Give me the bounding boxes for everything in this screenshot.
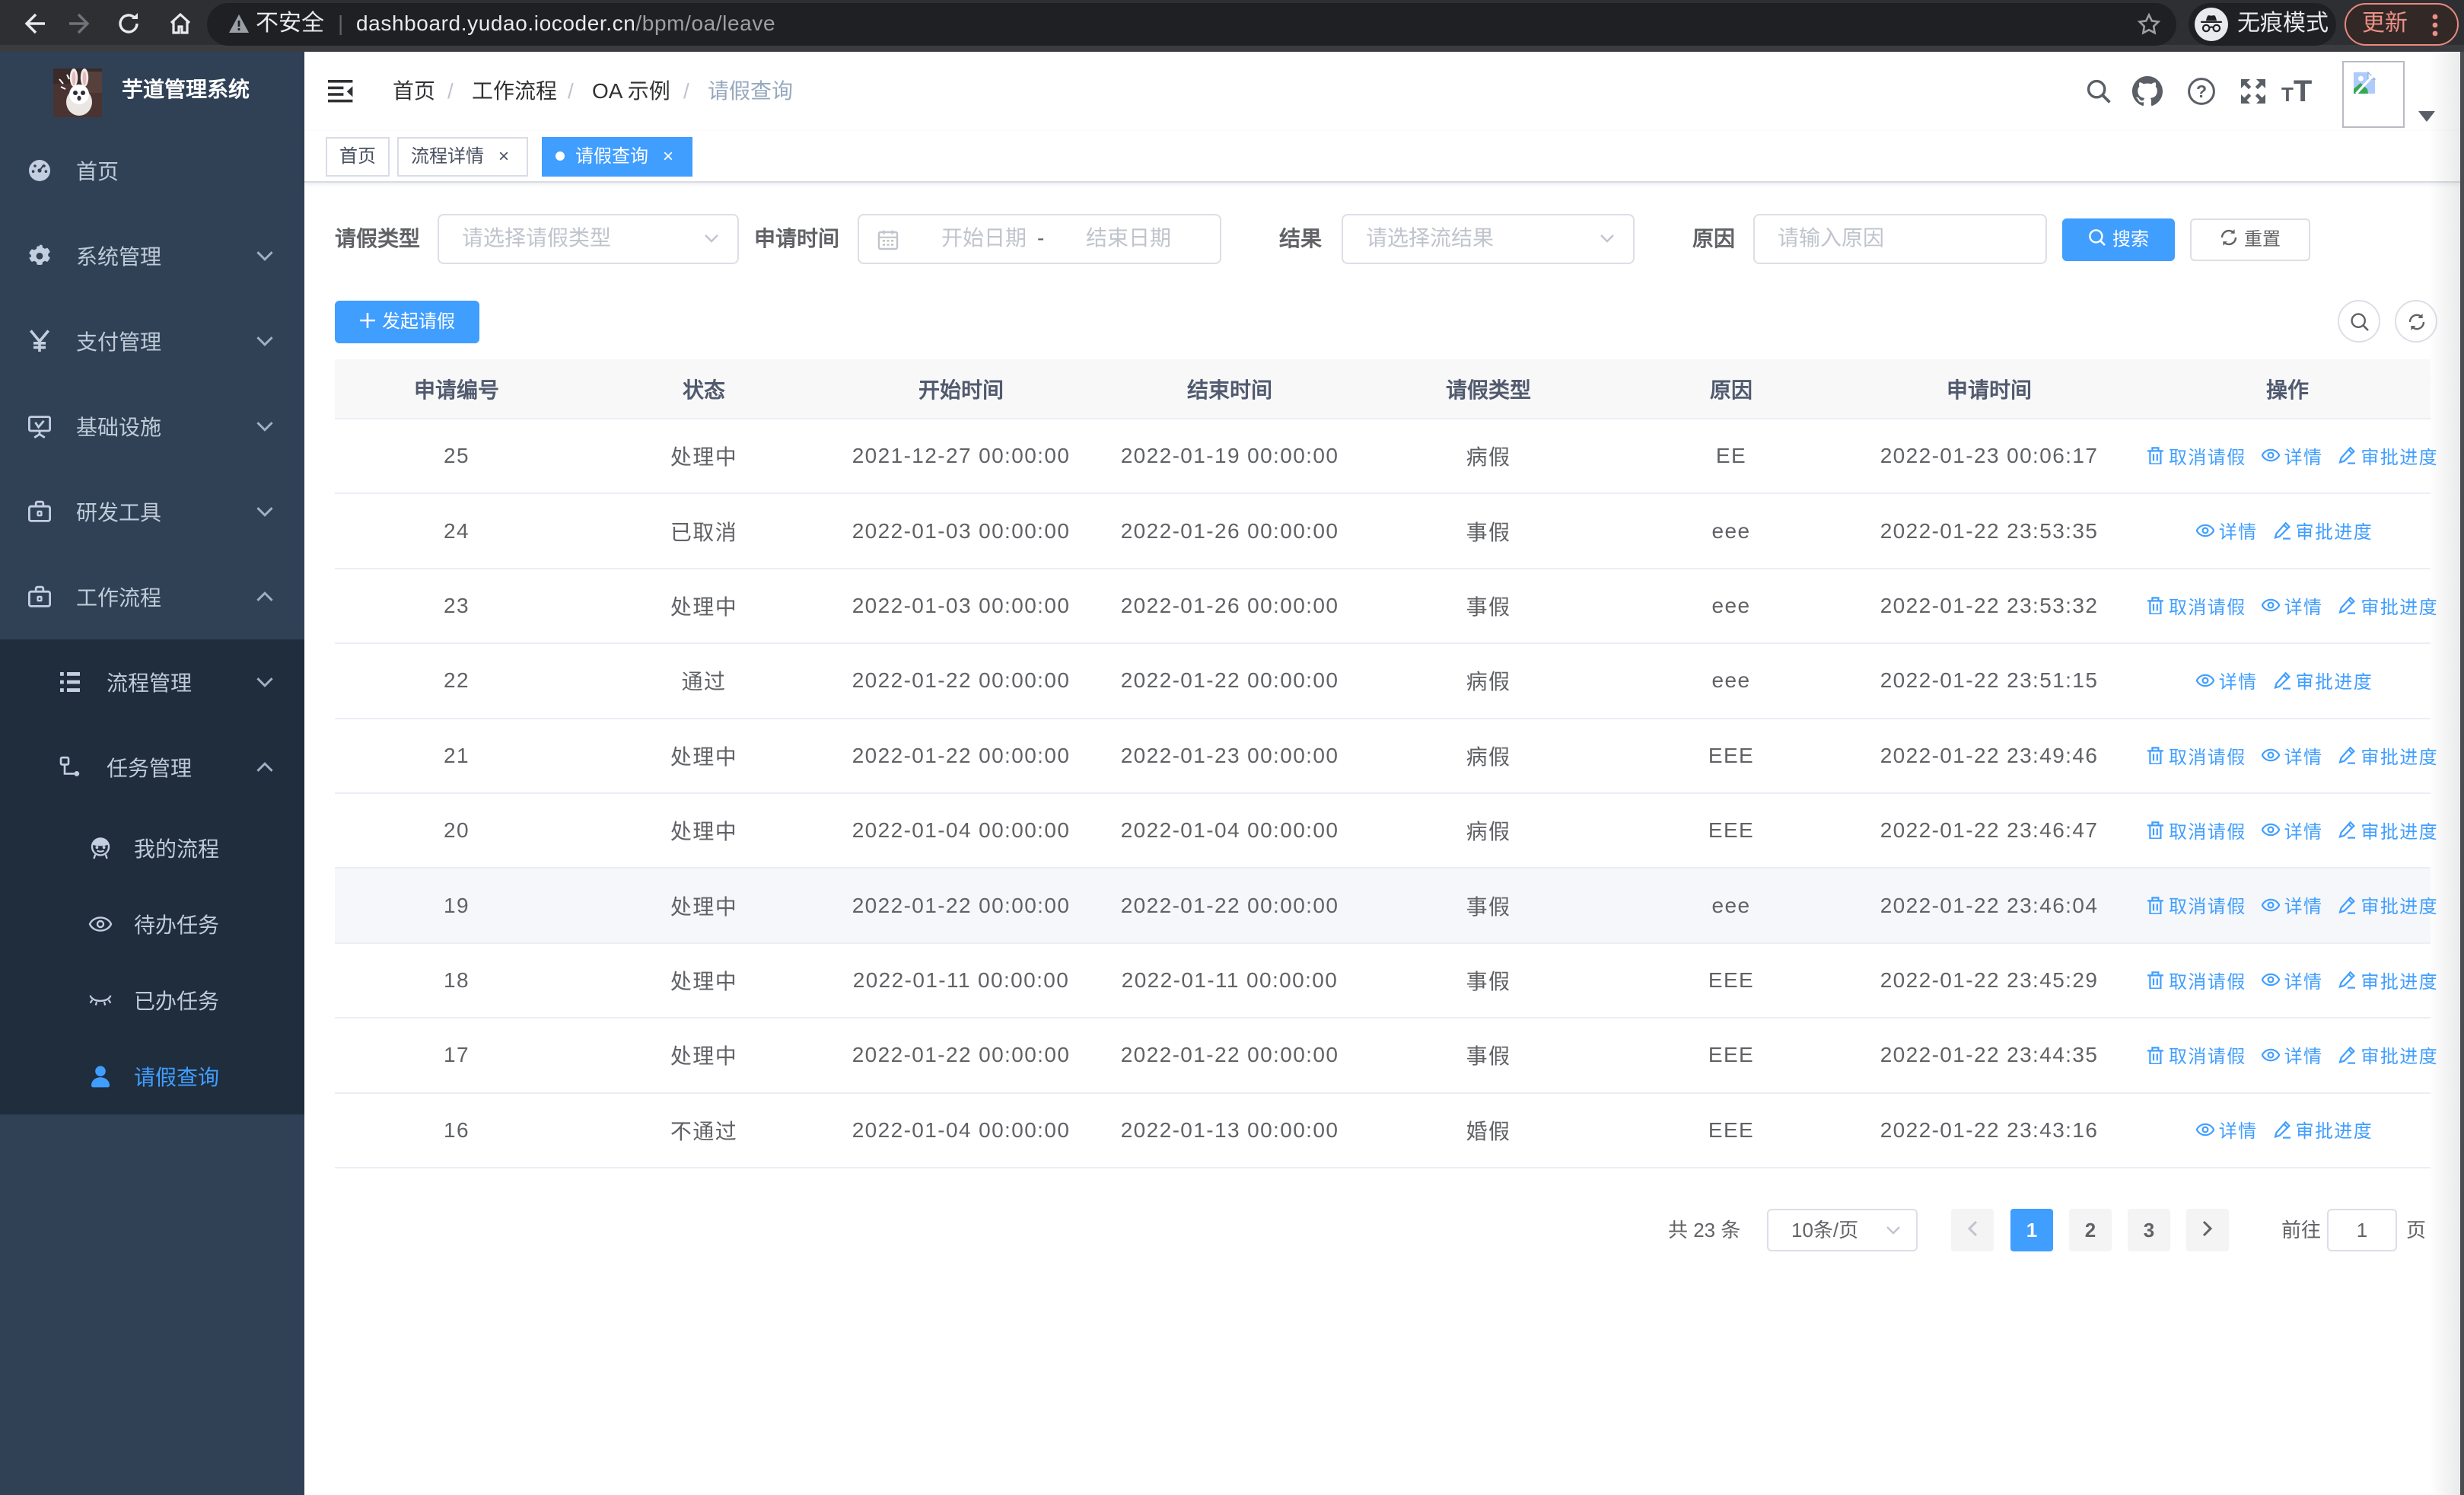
- svg-text:?: ?: [2196, 81, 2207, 101]
